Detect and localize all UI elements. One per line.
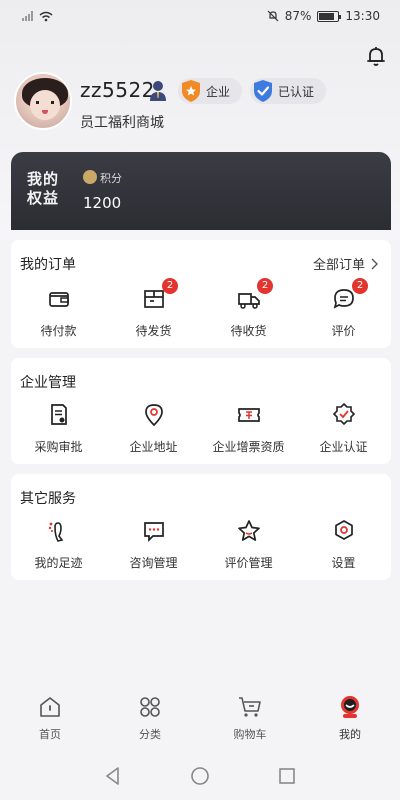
order-pending-payment-label: 待付款 — [40, 324, 77, 338]
recents-square-icon[interactable] — [276, 765, 298, 787]
enterprise-badge-label: 企业 — [206, 84, 231, 99]
bottom-nav: 首页 分类 购物车 我的 — [0, 688, 400, 748]
order-review[interactable]: 2 评价 — [296, 278, 391, 339]
user-person-icon — [150, 81, 166, 101]
points-coin-icon — [83, 170, 97, 184]
nav-profile-label: 我的 — [339, 728, 361, 741]
footprint-icon — [48, 522, 63, 542]
my-footprint[interactable]: 我的足迹 — [11, 518, 106, 571]
review-management[interactable]: 评价管理 — [201, 518, 296, 571]
order-pending-receipt-label: 待收货 — [230, 324, 267, 338]
enterprise-card: 企业管理 采购审批 企业地址 企业增票资质 企业认证 — [11, 358, 391, 464]
enterprise-badge: 企业 — [178, 78, 243, 104]
services-card: 其它服务 我的足迹 咨询管理 评价管理 设置 — [11, 474, 391, 580]
consult-management[interactable]: 咨询管理 — [106, 518, 201, 571]
enterprise-title: 企业管理 — [20, 375, 76, 391]
wifi-icon — [39, 11, 53, 21]
settings-label: 设置 — [331, 556, 356, 570]
approval-doc-icon — [50, 404, 67, 425]
purchase-approval[interactable]: 采购审批 — [11, 402, 106, 455]
vat-invoice-qualification-label: 企业增票资质 — [212, 440, 285, 454]
orders-title: 我的订单 — [20, 257, 76, 273]
status-bar: 87% 13:30 — [0, 0, 400, 32]
profile-icon — [341, 696, 359, 718]
nav-home-label: 首页 — [39, 728, 61, 741]
system-nav-bar — [0, 752, 400, 800]
mute-bell-icon — [267, 10, 279, 22]
services-grid: 我的足迹 咨询管理 评价管理 设置 — [11, 518, 391, 571]
verified-badge-label: 已认证 — [278, 84, 315, 99]
location-pin-icon — [144, 404, 163, 427]
points-label: 积分 — [100, 172, 122, 185]
status-right: 87% 13:30 — [267, 9, 380, 23]
order-pending-shipment[interactable]: 2 待发货 — [106, 278, 201, 339]
status-left — [22, 11, 53, 22]
enterprise-certification-label: 企业认证 — [319, 440, 368, 454]
certified-badge-icon — [332, 402, 355, 426]
settings-icon — [334, 520, 353, 540]
rights-card[interactable]: 我的权益 积分 1200 — [11, 152, 391, 230]
verified-shield-icon — [254, 80, 272, 102]
consult-icon — [143, 522, 164, 543]
services-title: 其它服务 — [20, 491, 76, 507]
my-footprint-label: 我的足迹 — [34, 556, 83, 570]
notification-bell-icon[interactable] — [364, 44, 388, 68]
nav-cart[interactable]: 购物车 — [200, 688, 300, 748]
chevron-right-icon — [371, 258, 378, 269]
orders-grid: 待付款 2 待发货 2 待收货 2 评价 — [11, 278, 391, 339]
username: zz5522 — [80, 78, 155, 102]
back-triangle-icon[interactable] — [102, 765, 124, 787]
avatar[interactable] — [14, 72, 72, 130]
nav-category[interactable]: 分类 — [100, 688, 200, 748]
star-icon — [237, 520, 260, 541]
settings[interactable]: 设置 — [296, 518, 391, 571]
consult-management-label: 咨询管理 — [129, 556, 178, 570]
enterprise-shield-icon — [182, 80, 200, 102]
wallet-icon — [48, 292, 69, 307]
rights-title: 我的权益 — [27, 170, 60, 207]
ticket-icon — [237, 408, 260, 422]
battery-percent: 87% — [284, 9, 312, 23]
clock: 13:30 — [345, 9, 380, 23]
review-count: 2 — [352, 278, 368, 294]
home-circle-icon[interactable] — [189, 765, 211, 787]
enterprise-certification[interactable]: 企业认证 — [296, 402, 391, 455]
battery-icon — [317, 10, 342, 22]
home-icon — [40, 697, 60, 717]
verified-badge: 已认证 — [250, 78, 327, 104]
order-pending-payment[interactable]: 待付款 — [11, 286, 106, 339]
nav-category-label: 分类 — [139, 728, 161, 741]
all-orders-link[interactable]: 全部订单 — [313, 254, 379, 273]
cart-icon — [239, 697, 261, 717]
enterprise-grid: 采购审批 企业地址 企业增票资质 企业认证 — [11, 402, 391, 455]
nav-profile[interactable]: 我的 — [300, 688, 400, 748]
order-pending-shipment-label: 待发货 — [135, 324, 172, 338]
points-value: 1200 — [83, 194, 122, 212]
nav-home[interactable]: 首页 — [0, 688, 100, 748]
company-name: 员工福利商城 — [80, 115, 164, 131]
enterprise-address-label: 企业地址 — [129, 440, 178, 454]
pending-receipt-count: 2 — [257, 278, 273, 294]
vat-invoice-qualification[interactable]: 企业增票资质 — [201, 402, 296, 455]
purchase-approval-label: 采购审批 — [34, 440, 83, 454]
nav-cart-label: 购物车 — [233, 728, 267, 741]
category-icon — [140, 697, 160, 717]
enterprise-address[interactable]: 企业地址 — [106, 402, 201, 455]
pending-shipment-count: 2 — [162, 278, 178, 294]
signal-icon — [22, 11, 33, 21]
orders-card: 我的订单 全部订单 待付款 2 待发货 2 待收货 2 评价 — [11, 240, 391, 348]
review-management-label: 评价管理 — [224, 556, 273, 570]
order-review-label: 评价 — [331, 324, 356, 338]
all-orders-label: 全部订单 — [312, 258, 365, 273]
order-pending-receipt[interactable]: 2 待收货 — [201, 278, 296, 339]
profile-header: zz5522 企业 已认证 员工福利商城 — [14, 72, 394, 136]
